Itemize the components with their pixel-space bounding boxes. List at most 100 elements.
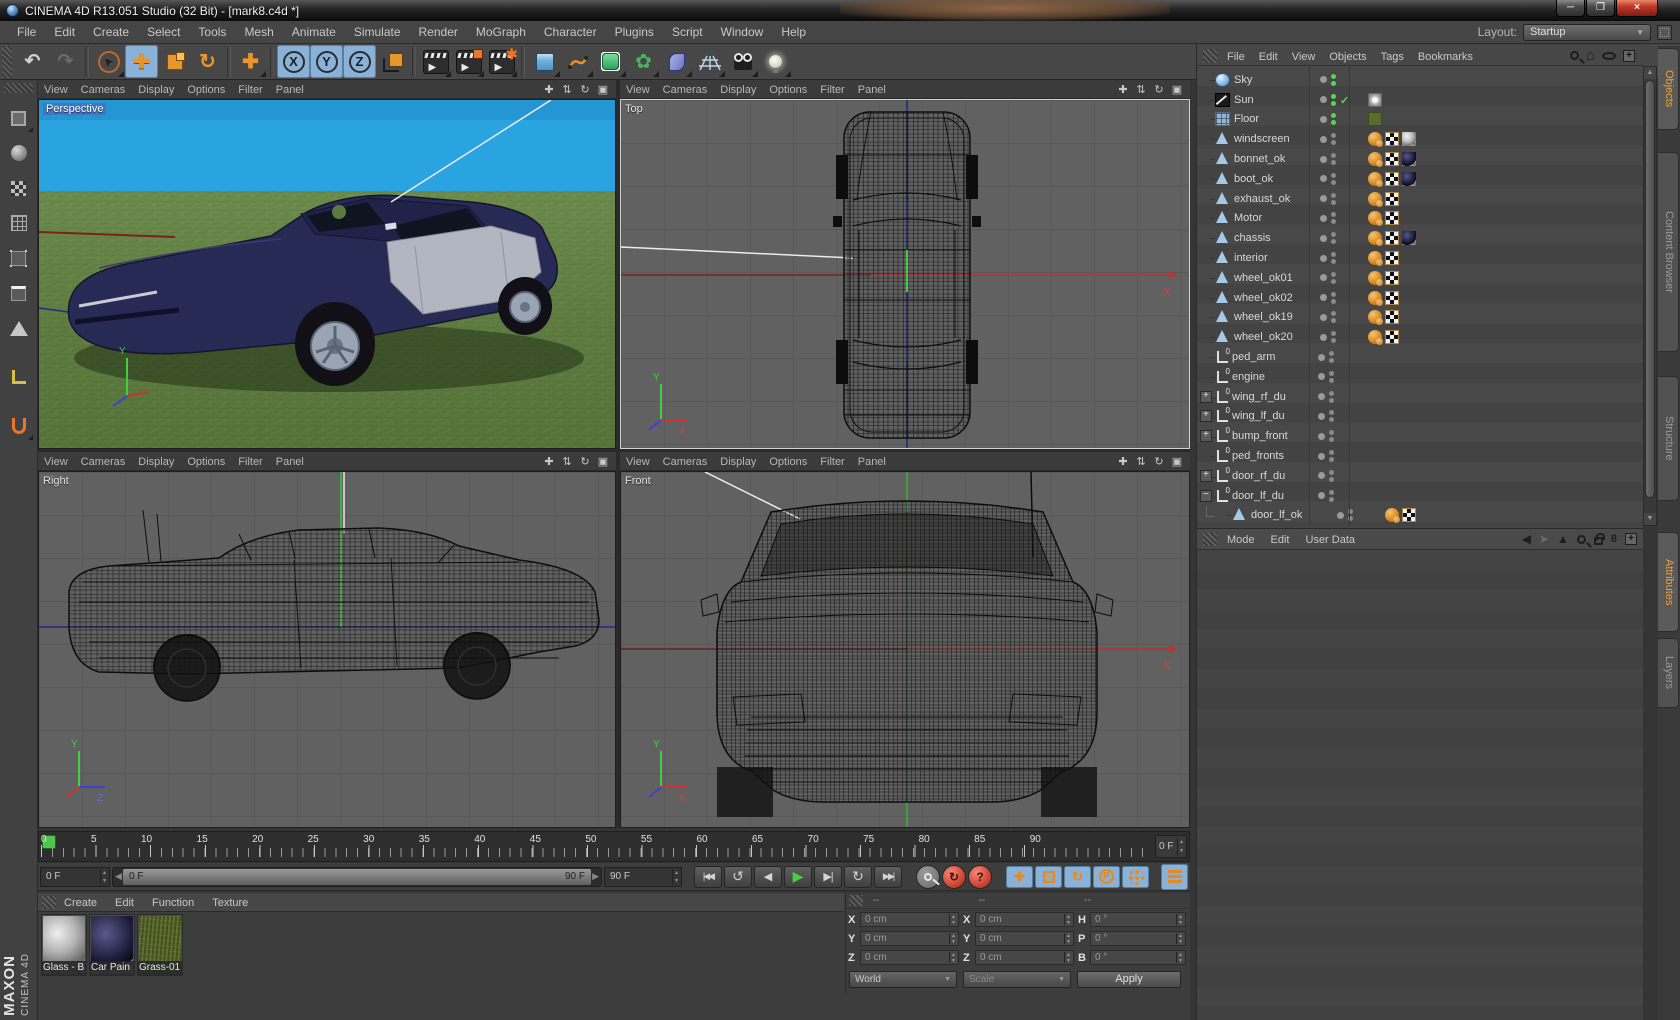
expand-toggle[interactable] [1200,232,1212,244]
toggle-view-icon[interactable]: ▣ [596,83,610,96]
material-panel-grip[interactable] [42,896,56,909]
object-type-icon[interactable] [1217,470,1228,482]
viewport-menu-item[interactable]: Filter [820,84,844,96]
search-icon[interactable] [1577,535,1586,544]
rotation-p-field[interactable]: 0 °▲▼ [1090,931,1186,946]
object-name[interactable]: wheel_ok19 [1234,311,1316,323]
position-x-field[interactable]: 0 cm▲▼ [860,912,959,927]
rotate-view-icon[interactable]: ↻ [1152,83,1166,96]
expand-toggle[interactable] [1200,371,1212,383]
menu-item[interactable]: Tools [189,25,235,39]
object-type-icon[interactable] [1215,93,1230,107]
viewport-menu-item[interactable]: Options [187,456,225,468]
visibility-dots-icon[interactable] [1331,252,1336,264]
uv-tag[interactable] [1402,508,1416,522]
object-row[interactable]: door_lf_du [1197,486,1643,506]
toolbar-grip[interactable] [2,46,12,78]
edges-mode-button[interactable] [5,279,33,307]
phong-tag[interactable] [1368,271,1382,285]
add-subdivision-surface-button[interactable] [594,45,627,78]
render-settings-button[interactable]: ✱ [485,45,518,78]
phong-tag[interactable] [1385,508,1399,522]
play-reverse-button[interactable]: ↺ [724,866,752,888]
object-type-icon[interactable] [1215,112,1230,126]
object-type-icon[interactable] [1215,330,1230,344]
visibility-dots-icon[interactable] [1331,94,1336,106]
add-camera-button[interactable] [726,45,759,78]
history-icon[interactable]: 8 [1611,533,1617,545]
phong-tag[interactable] [1368,132,1382,146]
object-manager-scrollbar[interactable]: ▲ ▼ [1643,66,1657,526]
layer-dot-icon[interactable] [1320,334,1327,341]
material-menu-item[interactable]: Create [64,897,97,909]
spinner-icon[interactable]: ▲▼ [100,869,108,885]
rotate-tool-button[interactable]: ↻ [191,45,224,78]
menu-item[interactable]: Create [84,25,138,39]
layer-dot-icon[interactable] [1320,195,1327,202]
object-manager-menu-item[interactable]: Objects [1329,51,1366,63]
last-tool-button[interactable]: ✚ [234,45,267,78]
object-name[interactable]: bonnet_ok [1234,153,1316,165]
mat-navy-tag[interactable] [1402,152,1416,166]
phong-tag[interactable] [1368,291,1382,305]
object-name[interactable]: door_rf_du [1232,470,1314,482]
pan-view-icon[interactable]: ✚ [1116,83,1130,96]
object-name[interactable]: wing_rf_du [1232,391,1314,403]
uv-tag[interactable] [1385,192,1399,206]
viewport-menu-item[interactable]: Panel [858,456,886,468]
spinner-icon[interactable]: ▲▼ [1064,952,1072,963]
visibility-dots-icon[interactable] [1331,311,1336,323]
make-editable-button[interactable] [5,104,33,132]
visibility-dots-icon[interactable] [1331,193,1336,205]
object-type-icon[interactable] [1215,310,1230,324]
phong-tag[interactable] [1368,192,1382,206]
spinner-icon[interactable]: ▲▼ [1176,952,1184,963]
attribute-manager-grip[interactable] [1203,532,1217,546]
size-x-field[interactable]: 0 cm▲▼ [975,912,1074,927]
uv-tag[interactable] [1385,251,1399,265]
expand-toggle[interactable] [1200,272,1212,284]
expand-toggle[interactable] [1200,490,1212,502]
object-name[interactable]: windscreen [1234,133,1316,145]
expand-toggle[interactable] [1200,173,1212,185]
rotation-b-field[interactable]: 0 °▲▼ [1090,950,1186,965]
object-row[interactable]: bump_front [1197,426,1643,446]
uv-tag[interactable] [1385,291,1399,305]
object-row[interactable]: interior [1197,248,1643,268]
spinner-icon[interactable]: ▲▼ [1177,837,1185,856]
object-type-icon[interactable] [1215,132,1230,146]
expand-toggle[interactable] [1200,311,1212,323]
set-keyframe-button[interactable] [916,865,940,889]
attribute-menu-item[interactable]: Mode [1227,534,1255,546]
scrollbar-thumb[interactable] [1645,80,1655,498]
coordinate-system-button[interactable] [376,45,409,78]
object-type-icon[interactable] [1217,450,1228,462]
visibility-dots-icon[interactable] [1331,292,1336,304]
toggle-view-icon[interactable]: ▣ [1170,455,1184,468]
move-tool-button[interactable]: ✚ [125,45,158,78]
lock-icon[interactable] [1594,537,1603,545]
add-deformer-button[interactable] [660,45,693,78]
expand-toggle[interactable] [1200,252,1212,264]
position-z-field[interactable]: 0 cm▲▼ [860,950,959,965]
layer-dot-icon[interactable] [1320,116,1327,123]
spinner-icon[interactable]: ▲▼ [949,933,957,944]
layer-dot-icon[interactable] [1318,433,1325,440]
key-position-toggle[interactable]: ✚ [1006,866,1033,888]
object-row[interactable]: chassis [1197,228,1643,248]
visibility-dots-icon[interactable] [1329,430,1334,442]
visibility-dots-icon[interactable] [1329,371,1334,383]
layer-dot-icon[interactable] [1318,453,1325,460]
menu-item[interactable]: Select [138,25,189,39]
spinner-icon[interactable]: ▲▼ [1176,914,1184,925]
texture-mode-button[interactable] [5,174,33,202]
material-menu-item[interactable]: Edit [115,897,134,909]
position-y-field[interactable]: 0 cm▲▼ [860,931,959,946]
expand-toggle[interactable] [1200,292,1212,304]
object-row[interactable]: wheel_ok02 [1197,288,1643,308]
object-type-icon[interactable] [1217,391,1228,403]
expand-toggle[interactable] [1200,450,1212,462]
home-icon[interactable]: ⌂ [1586,51,1595,61]
render-picture-viewer-button[interactable] [452,45,485,78]
mat-glass-tag[interactable] [1402,132,1416,146]
